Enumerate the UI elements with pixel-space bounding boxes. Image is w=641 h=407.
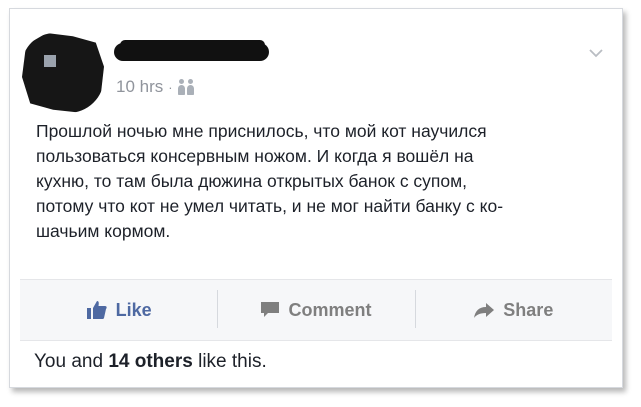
post-header: 10 hrs · xyxy=(10,9,622,114)
post-card: 10 hrs · Прошлой ночью мне приснилось, ч… xyxy=(9,8,623,388)
share-button[interactable]: Share xyxy=(414,280,612,340)
share-icon xyxy=(474,303,495,318)
likes-count-link[interactable]: 14 others xyxy=(108,351,192,372)
comment-icon xyxy=(261,302,280,317)
likes-prefix: You and xyxy=(34,351,109,372)
avatar-background xyxy=(44,55,56,67)
post-action-bar: Like Comment Share xyxy=(20,279,612,341)
meta-separator: · xyxy=(168,79,173,95)
likes-suffix: like this. xyxy=(192,351,267,372)
share-label: Share xyxy=(503,299,554,320)
post-timestamp[interactable]: 10 hrs xyxy=(116,77,163,97)
like-label: Like xyxy=(115,299,152,320)
likes-summary: You and 14 others like this. xyxy=(34,351,267,373)
like-button[interactable]: Like xyxy=(20,280,217,340)
author-name-redacted[interactable] xyxy=(114,40,269,61)
chevron-down-icon[interactable] xyxy=(588,45,604,61)
avatar[interactable] xyxy=(22,33,104,113)
post-body-text: Прошлой ночью мне приснилось, что мой ко… xyxy=(36,121,504,241)
comment-label: Comment xyxy=(288,299,372,320)
audience-friends-icon[interactable] xyxy=(177,79,196,95)
comment-button[interactable]: Comment xyxy=(217,280,414,340)
post-meta: 10 hrs · xyxy=(116,77,196,97)
thumbs-up-icon xyxy=(86,301,107,319)
